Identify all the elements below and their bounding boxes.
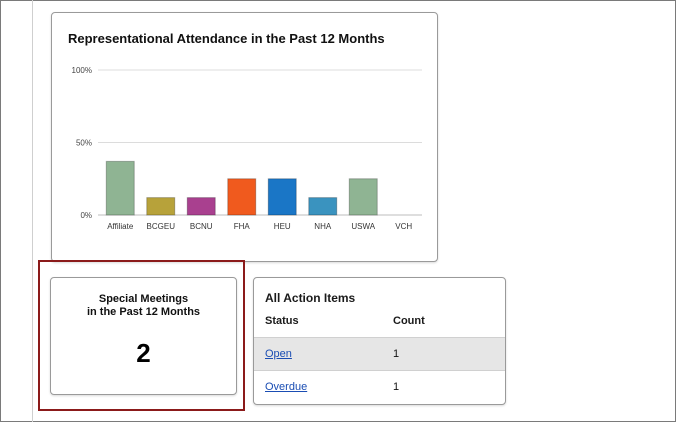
action-items-title: All Action Items xyxy=(265,291,356,305)
selection-highlight xyxy=(38,260,245,411)
x-tick-label: BCGEU xyxy=(147,222,176,231)
x-tick-label: Affiliate xyxy=(107,222,134,231)
status-link-open[interactable]: Open xyxy=(265,348,292,360)
table-row: Overdue 1 xyxy=(254,370,505,403)
bar-heu xyxy=(267,178,297,216)
table-row: Open 1 xyxy=(254,337,505,370)
y-tick-label: 0% xyxy=(80,211,92,220)
attendance-bar-chart: 100% 50% 0% Affiliate BCGEU BCNU FHA HEU NHA USWA… xyxy=(72,66,422,231)
y-tick-label: 50% xyxy=(76,139,92,148)
y-tick-label: 100% xyxy=(72,66,92,75)
status-link-overdue[interactable]: Overdue xyxy=(265,381,307,393)
bar-bcnu xyxy=(186,197,216,216)
x-tick-label: NHA xyxy=(314,222,332,231)
bar-fha xyxy=(227,178,257,216)
left-divider xyxy=(32,0,33,422)
chart-title: Representational Attendance in the Past … xyxy=(68,31,385,46)
x-tick-label: USWA xyxy=(351,222,375,231)
bar-affiliate xyxy=(105,160,135,216)
bar-uswa xyxy=(348,178,378,216)
x-tick-label: HEU xyxy=(274,222,291,231)
count-column-header: Count xyxy=(393,315,425,327)
x-tick-label: VCH xyxy=(395,222,412,231)
count-cell: 1 xyxy=(393,348,400,360)
attendance-chart-card: 100% 50% 0% Affiliate BCGEU BCNU FHA HEU NHA USWA… xyxy=(51,12,438,262)
count-cell: 1 xyxy=(393,381,400,393)
status-column-header: Status xyxy=(265,315,299,327)
x-tick-label: BCNU xyxy=(190,222,213,231)
bar-nha xyxy=(308,197,338,216)
x-tick-label: FHA xyxy=(234,222,251,231)
action-items-card: All Action Items Status Count Open 1 Ove… xyxy=(253,277,506,405)
bar-bcgeu xyxy=(146,197,176,216)
